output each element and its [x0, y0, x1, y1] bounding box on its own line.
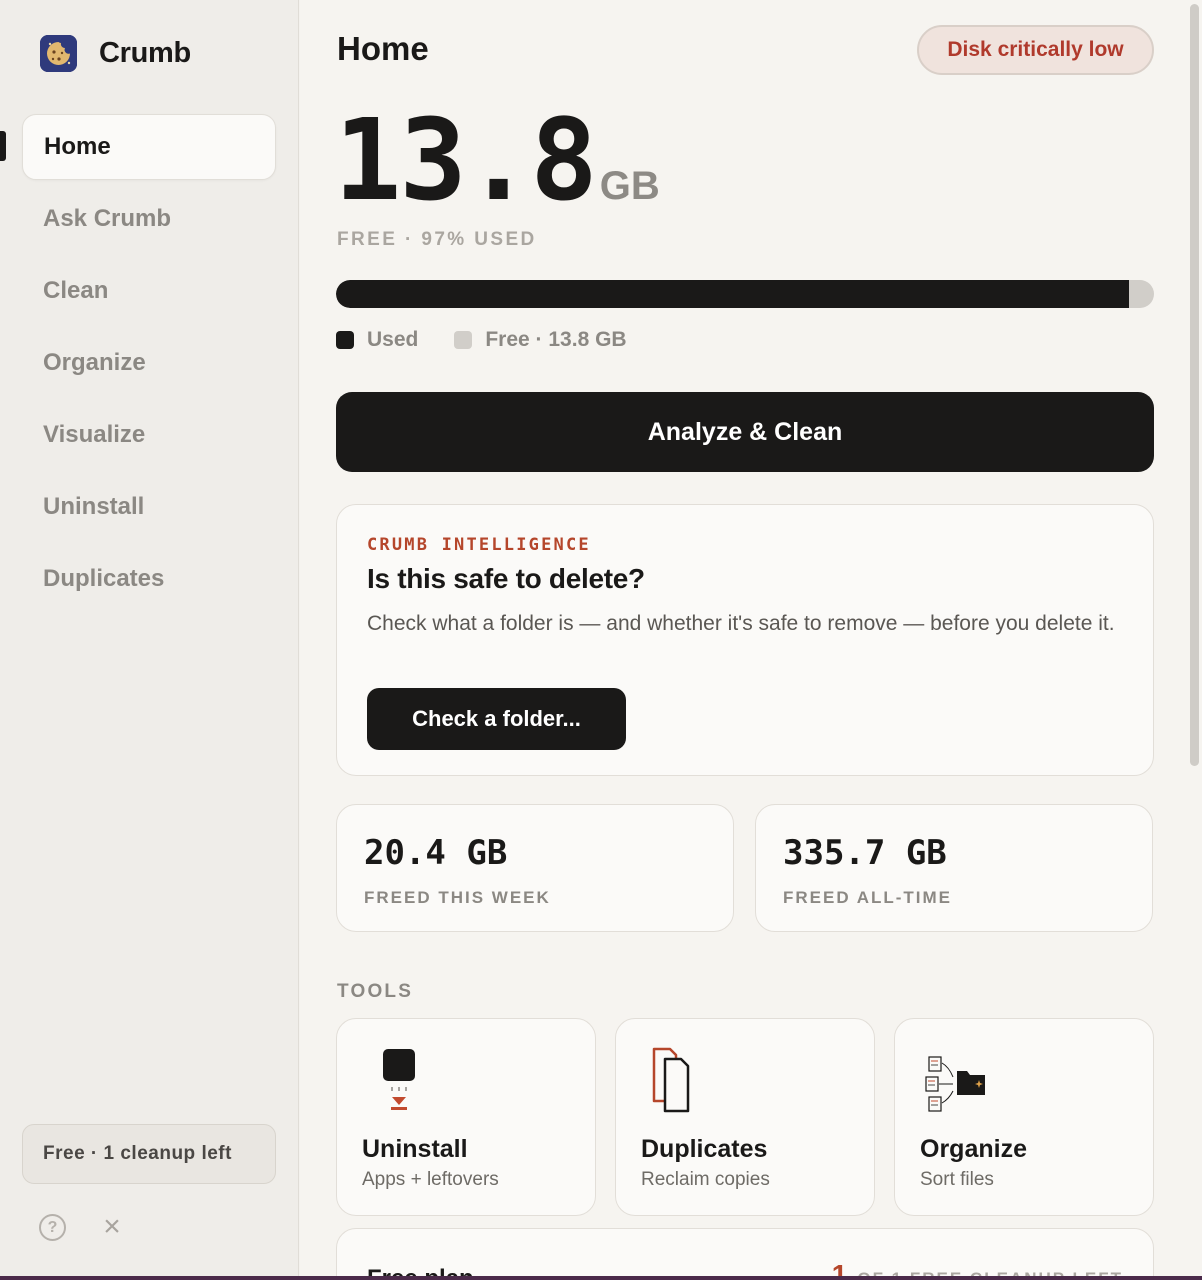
tools-section-label: TOOLS	[337, 981, 414, 1002]
stat-label: FREED ALL-TIME	[783, 888, 953, 907]
disk-usage-fill	[336, 280, 1130, 308]
sidebar-item-visualize[interactable]: Visualize	[22, 402, 276, 468]
duplicates-icon	[640, 1047, 710, 1117]
sidebar-item-uninstall[interactable]: Uninstall	[22, 474, 276, 540]
free-space-unit: GB	[599, 164, 660, 208]
page-title: Home	[337, 30, 429, 67]
legend-free-label: Free · 13.8 GB	[485, 328, 627, 351]
intelligence-title: Is this safe to delete?	[367, 563, 645, 594]
disk-alert-badge[interactable]: Disk critically low	[917, 25, 1154, 75]
free-space-value: 13.8	[334, 96, 598, 226]
app-name: Crumb	[99, 37, 191, 69]
cookie-logo-icon	[40, 35, 77, 72]
tool-subtitle: Sort files	[920, 1169, 994, 1190]
tool-subtitle: Reclaim copies	[641, 1169, 770, 1190]
stat-card-all-time: 335.7 GB FREED ALL-TIME	[755, 804, 1153, 932]
brand: Crumb	[40, 35, 191, 72]
sidebar-item-duplicates[interactable]: Duplicates	[22, 546, 276, 612]
stat-label: FREED THIS WEEK	[364, 888, 551, 907]
sidebar-item-organize[interactable]: Organize	[22, 330, 276, 396]
tool-card-uninstall[interactable]: Uninstall Apps + leftovers	[336, 1018, 596, 1216]
cleanup-quota-card: Free plan 1 OF 1 FREE CLEANUP LEFT	[336, 1228, 1154, 1280]
sidebar-nav: Home Ask Crumb Clean Organize Visualize …	[22, 114, 276, 618]
close-icon[interactable]: ×	[100, 1210, 124, 1243]
sidebar-item-clean[interactable]: Clean	[22, 258, 276, 324]
sidebar: Crumb Home Ask Crumb Clean Organize Visu…	[0, 0, 299, 1280]
sidebar-item-ask-crumb[interactable]: Ask Crumb	[22, 186, 276, 252]
free-space-readout: 13.8 GB	[334, 96, 660, 226]
uninstall-icon	[361, 1047, 431, 1117]
tool-card-duplicates[interactable]: Duplicates Reclaim copies	[615, 1018, 875, 1216]
legend-used: Used	[336, 328, 418, 352]
legend-used-swatch	[336, 331, 354, 349]
analyze-clean-button[interactable]: Analyze & Clean	[336, 392, 1154, 472]
disk-usage-bar	[336, 280, 1154, 308]
stat-value: 20.4 GB	[364, 833, 508, 873]
intelligence-description: Check what a folder is — and whether it'…	[367, 612, 1115, 635]
active-nav-indicator	[0, 131, 6, 161]
intelligence-eyebrow: CRUMB INTELLIGENCE	[367, 535, 591, 555]
sidebar-item-home[interactable]: Home	[22, 114, 276, 180]
tool-subtitle: Apps + leftovers	[362, 1169, 499, 1190]
window-bottom-edge	[0, 1276, 1202, 1280]
usage-legend: Used Free · 13.8 GB	[336, 328, 663, 352]
plan-status-button[interactable]: Free · 1 cleanup left	[22, 1124, 276, 1184]
free-space-caption: FREE · 97% USED	[337, 229, 537, 250]
legend-free-swatch	[454, 331, 473, 349]
check-folder-button[interactable]: Check a folder...	[367, 688, 626, 750]
organize-icon	[919, 1047, 999, 1117]
stat-value: 335.7 GB	[783, 833, 947, 873]
legend-free: Free · 13.8 GB	[454, 328, 627, 352]
tool-title: Uninstall	[362, 1135, 468, 1163]
tool-title: Organize	[920, 1135, 1027, 1163]
tool-title: Duplicates	[641, 1135, 768, 1163]
intelligence-card: CRUMB INTELLIGENCE Is this safe to delet…	[336, 504, 1154, 776]
legend-used-label: Used	[367, 328, 419, 351]
help-circle-icon[interactable]: ?	[39, 1214, 66, 1241]
tool-card-organize[interactable]: Organize Sort files	[894, 1018, 1154, 1216]
scrollbar-thumb[interactable]	[1190, 4, 1199, 766]
main-content: Home Disk critically low 13.8 GB FREE · …	[300, 0, 1188, 1280]
stat-card-week: 20.4 GB FREED THIS WEEK	[336, 804, 734, 932]
